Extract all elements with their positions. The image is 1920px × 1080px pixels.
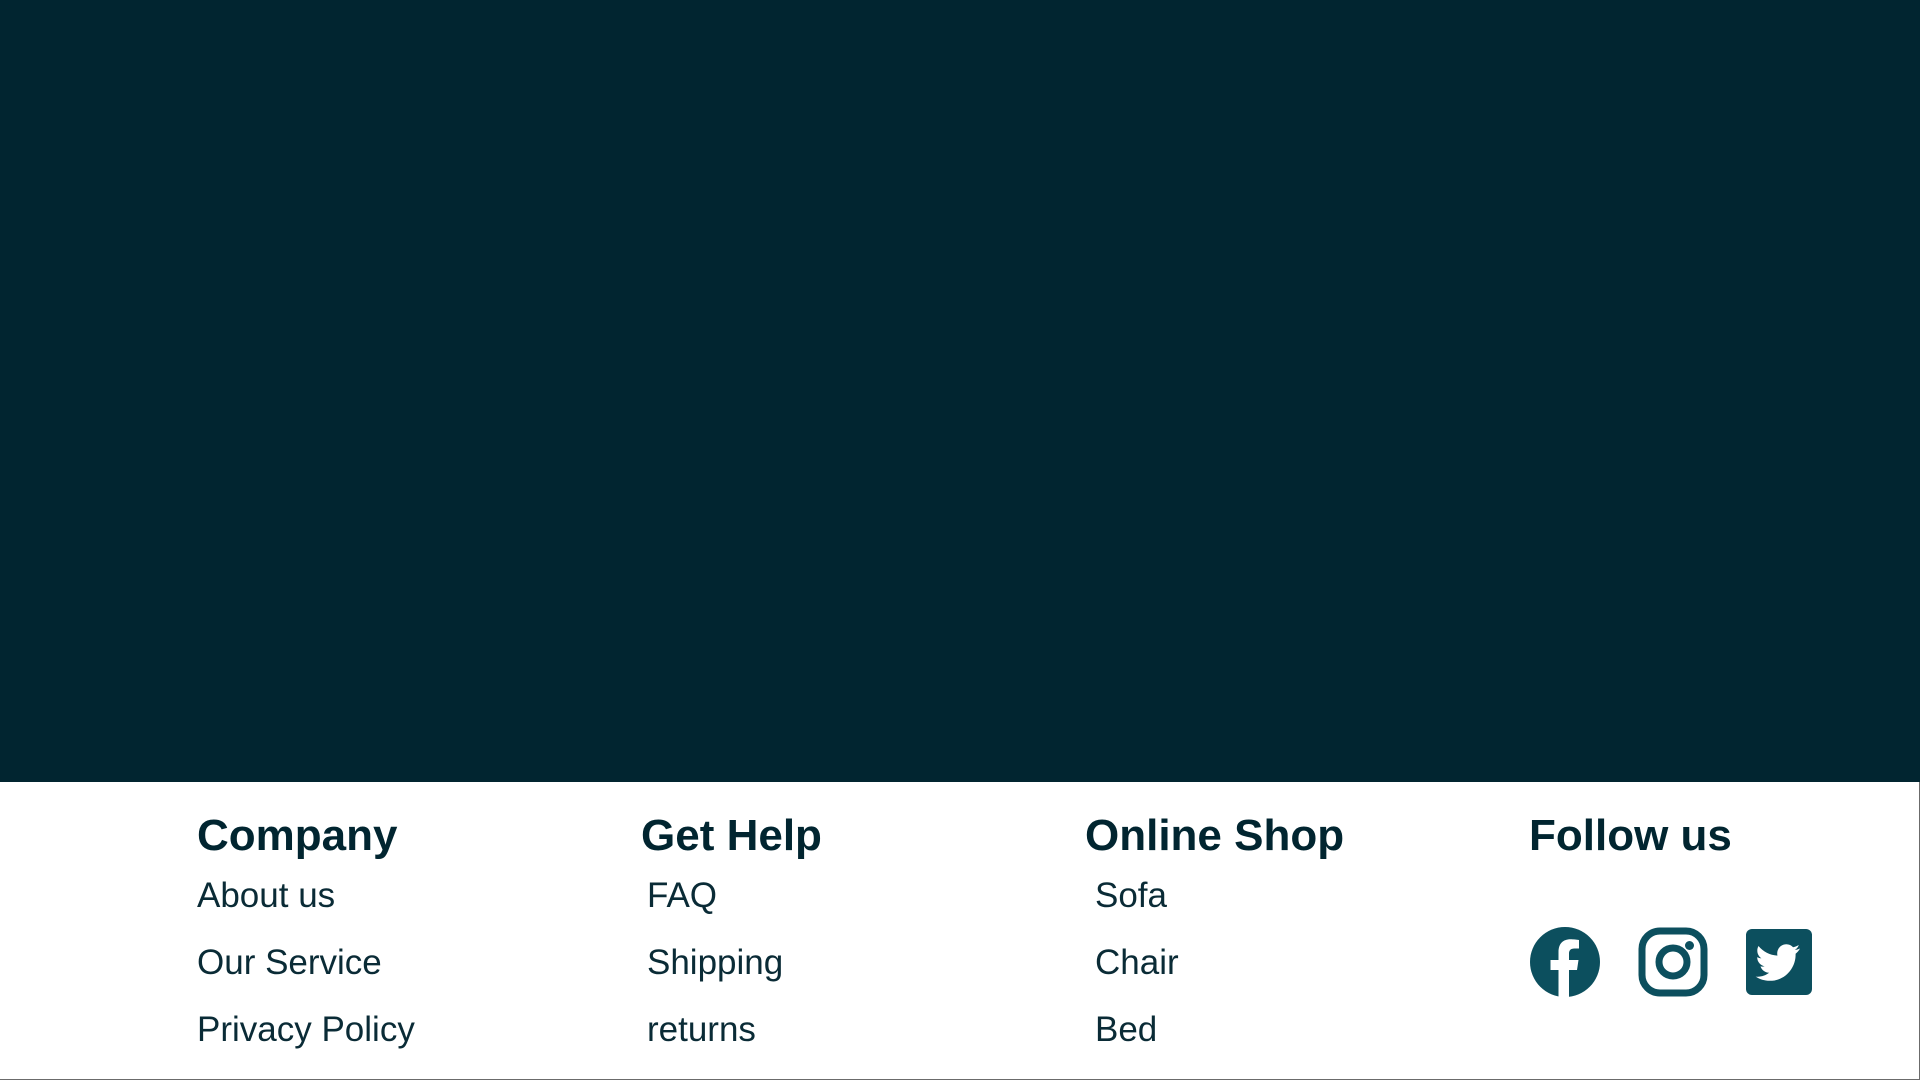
footer-link-our-service[interactable]: Our Service: [197, 943, 415, 983]
twitter-icon[interactable]: [1743, 926, 1815, 998]
footer-column-company: Company About us Our Service Privacy Pol…: [197, 810, 415, 1077]
footer-column-get-help: Get Help FAQ Shipping returns: [641, 810, 822, 1077]
footer-link-privacy-policy[interactable]: Privacy Policy: [197, 1010, 415, 1050]
footer-link-shipping[interactable]: Shipping: [641, 943, 822, 983]
footer-heading-get-help: Get Help: [641, 811, 822, 860]
footer-heading-online-shop: Online Shop: [1085, 811, 1345, 860]
facebook-icon[interactable]: [1529, 926, 1601, 998]
page: Company About us Our Service Privacy Pol…: [0, 0, 1920, 1080]
footer-link-bed[interactable]: Bed: [1085, 1010, 1344, 1050]
footer-link-sofa[interactable]: Sofa: [1085, 876, 1344, 916]
footer-heading-follow-us: Follow us: [1529, 811, 1732, 860]
hero-banner: [0, 0, 1920, 782]
footer-column-online-shop: Online Shop Sofa Chair Bed: [1085, 810, 1344, 1077]
footer-links-online-shop: Sofa Chair Bed: [1085, 876, 1344, 1050]
footer-link-returns[interactable]: returns: [641, 1010, 822, 1050]
footer-link-faq[interactable]: FAQ: [641, 876, 822, 916]
footer-heading-company: Company: [197, 811, 398, 860]
social-links: [1529, 926, 1829, 1002]
footer-column-follow-us: Follow us: [1529, 810, 1812, 997]
instagram-icon[interactable]: [1637, 926, 1709, 998]
footer-link-about-us[interactable]: About us: [197, 876, 415, 916]
footer-links-get-help: FAQ Shipping returns: [641, 876, 822, 1050]
footer-link-chair[interactable]: Chair: [1085, 943, 1344, 983]
site-footer: Company About us Our Service Privacy Pol…: [0, 782, 1920, 1080]
footer-links-company: About us Our Service Privacy Policy: [197, 876, 415, 1050]
